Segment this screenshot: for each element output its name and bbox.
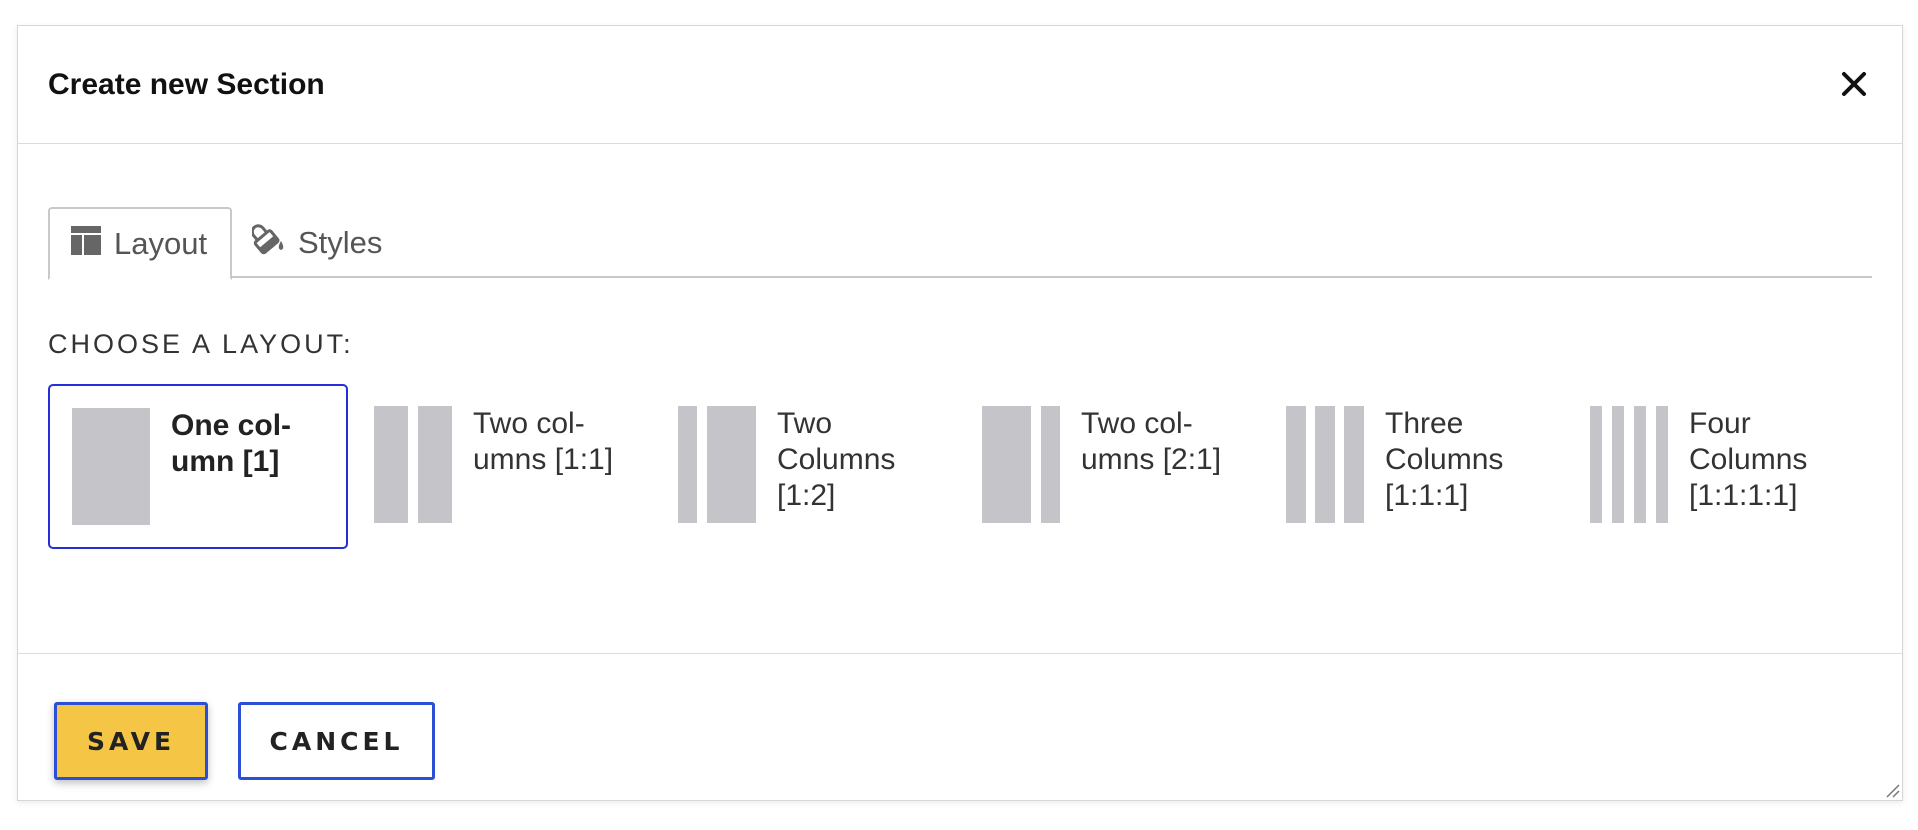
paint-bucket-icon bbox=[250, 223, 286, 263]
layout-option-label: Two col-umns [2:1] bbox=[1081, 407, 1222, 476]
two-columns-1-1-thumbnail-icon bbox=[374, 406, 452, 523]
layout-option-label: Three Columns [1:1:1] bbox=[1385, 407, 1504, 512]
dialog-header: Create new Section bbox=[18, 26, 1902, 144]
three-columns-thumbnail-icon bbox=[1286, 406, 1364, 523]
two-columns-2-1-thumbnail-icon bbox=[982, 406, 1060, 523]
layout-option-two-columns-1-1[interactable]: Two col-umns [1:1] bbox=[352, 384, 652, 549]
layout-option-three-columns[interactable]: Three Columns [1:1:1] bbox=[1264, 384, 1564, 549]
tab-layout[interactable]: Layout bbox=[48, 207, 232, 280]
tab-bar: Layout Styles bbox=[48, 207, 1872, 280]
two-columns-1-2-thumbnail-icon bbox=[678, 406, 756, 523]
close-icon[interactable] bbox=[1836, 66, 1872, 102]
dialog-title: Create new Section bbox=[48, 68, 325, 101]
tab-layout-label: Layout bbox=[114, 225, 208, 261]
save-button[interactable]: SAVE bbox=[54, 702, 208, 780]
one-column-thumbnail-icon bbox=[72, 408, 150, 525]
layout-options: One col-umn [1] Two col-umns [1:1] Two C… bbox=[48, 384, 1878, 549]
choose-layout-label: CHOOSE A LAYOUT: bbox=[48, 329, 354, 359]
tab-styles[interactable]: Styles bbox=[250, 207, 383, 278]
layout-option-label: Four Columns [1:1:1:1] bbox=[1689, 407, 1808, 512]
cancel-button[interactable]: CANCEL bbox=[238, 702, 435, 780]
four-columns-thumbnail-icon bbox=[1590, 406, 1668, 523]
layout-option-two-columns-1-2[interactable]: Two Columns [1:2] bbox=[656, 384, 956, 549]
layout-option-one-column[interactable]: One col-umn [1] bbox=[48, 384, 348, 549]
create-section-dialog: Create new Section Layout Styles CHOOSE … bbox=[17, 25, 1903, 801]
tab-styles-label: Styles bbox=[298, 224, 383, 260]
layout-option-label: Two col-umns [1:1] bbox=[473, 407, 614, 476]
layout-option-label: One col-umn [1] bbox=[171, 409, 292, 478]
layout-option-two-columns-2-1[interactable]: Two col-umns [2:1] bbox=[960, 384, 1260, 549]
layout-option-four-columns[interactable]: Four Columns [1:1:1:1] bbox=[1568, 384, 1868, 549]
dialog-body: Layout Styles CHOOSE A LAYOUT: One col-u… bbox=[18, 144, 1902, 654]
dialog-footer: SAVE CANCEL bbox=[18, 654, 1902, 800]
layout-icon bbox=[70, 224, 102, 264]
layout-option-label: Two Columns [1:2] bbox=[777, 407, 896, 512]
resize-handle-icon[interactable] bbox=[1884, 782, 1900, 798]
